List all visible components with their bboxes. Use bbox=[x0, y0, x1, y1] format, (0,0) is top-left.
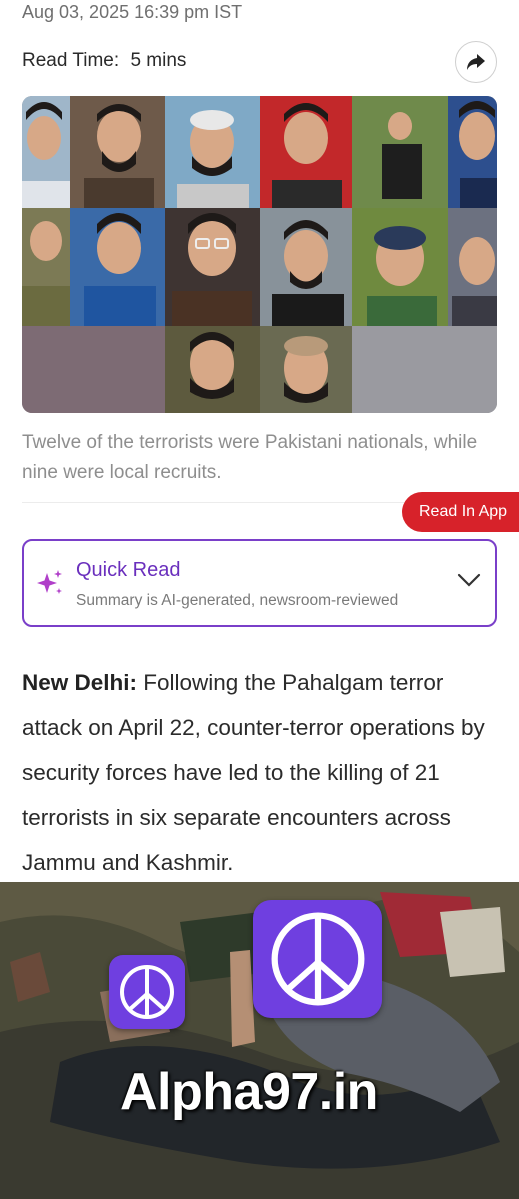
read-time: Read Time: 5 mins bbox=[22, 50, 186, 72]
share-arrow-icon bbox=[467, 54, 485, 70]
article-body: New Delhi: Following the Pahalgam terror… bbox=[22, 660, 502, 885]
peace-sign-icon bbox=[109, 955, 185, 1029]
article-text: Following the Pahalgam terror attack on … bbox=[22, 670, 485, 875]
hero-collage bbox=[22, 96, 497, 413]
watermark-text: Alpha97.in bbox=[120, 1063, 378, 1121]
hero-image bbox=[22, 96, 497, 413]
sparkle-icon bbox=[37, 570, 62, 594]
quick-read-panel[interactable]: Quick Read Summary is AI-generated, news… bbox=[22, 539, 497, 627]
peace-sign-icon bbox=[253, 900, 382, 1018]
article-timestamp: Aug 03, 2025 16:39 pm IST bbox=[22, 2, 243, 22]
read-time-value: 5 mins bbox=[130, 50, 187, 71]
dateline: New Delhi: bbox=[22, 670, 138, 695]
bottom-image bbox=[0, 882, 519, 1199]
read-in-app-button[interactable]: Read In App bbox=[402, 492, 519, 532]
quick-read-title: Quick Read bbox=[76, 559, 181, 581]
chevron-down-icon[interactable] bbox=[457, 573, 481, 587]
read-time-label: Read Time: bbox=[22, 50, 120, 71]
share-button[interactable] bbox=[455, 41, 497, 83]
image-caption: Twelve of the terrorists were Pakistani … bbox=[22, 432, 478, 483]
quick-read-subtitle: Summary is AI-generated, newsroom-review… bbox=[76, 592, 399, 609]
